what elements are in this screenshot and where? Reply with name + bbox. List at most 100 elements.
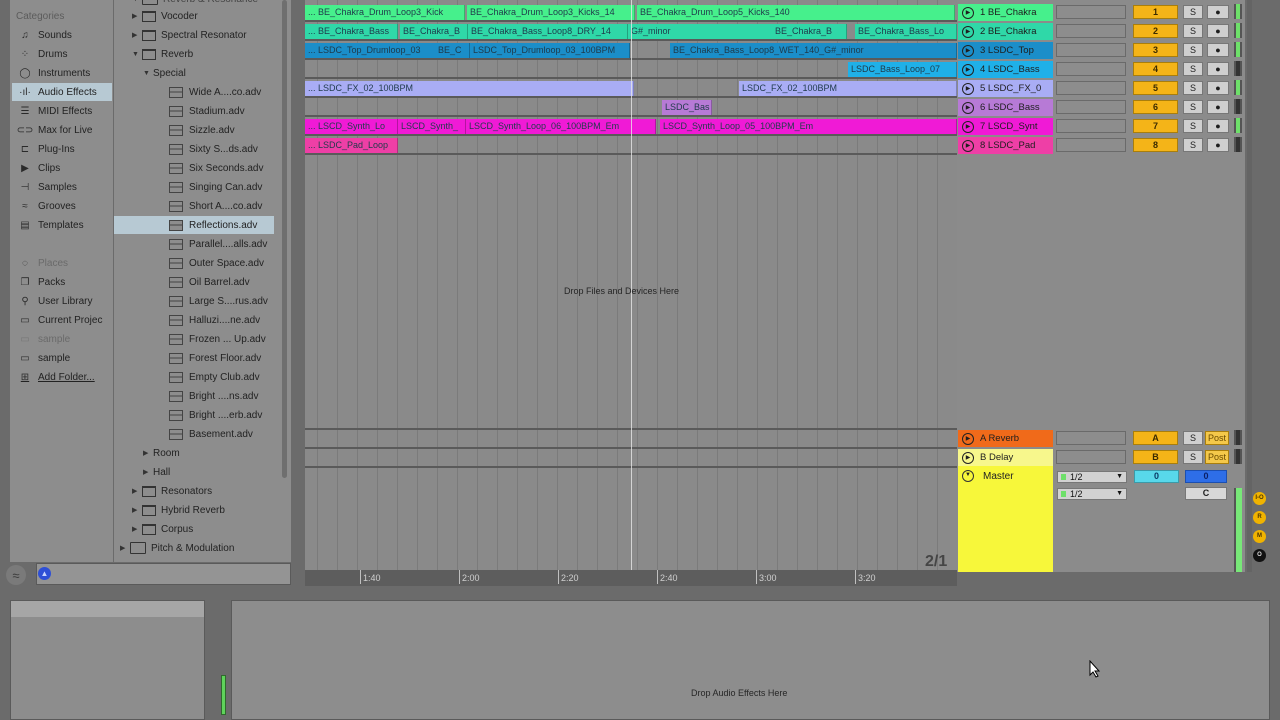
scrollbar-thumb[interactable] xyxy=(282,0,287,478)
solo-button[interactable]: S xyxy=(1183,450,1203,464)
track-io-slot[interactable] xyxy=(1056,81,1126,95)
audio-clip[interactable]: ... LSDC_FX_02_100BPM xyxy=(305,81,634,96)
track-number-button[interactable]: 5 xyxy=(1133,81,1178,95)
category-clips[interactable]: ▶ Clips xyxy=(12,159,112,177)
tree-item-preset[interactable]: Sizzle.adv xyxy=(114,121,274,139)
tree-item-resonators[interactable]: ▶ Resonators xyxy=(132,482,212,500)
add-folder-button[interactable]: ⊞ Add Folder... xyxy=(12,368,112,386)
solo-button[interactable]: S xyxy=(1183,43,1203,57)
tree-item-room[interactable]: ▶ Room xyxy=(143,444,180,462)
groove-pool-icon[interactable]: ≈ xyxy=(6,565,26,585)
track-activator-icon[interactable]: ▶ xyxy=(962,139,974,152)
track-activator-icon[interactable]: ▶ xyxy=(962,63,974,76)
return-io-slot[interactable] xyxy=(1056,431,1126,445)
audio-clip[interactable]: ... LSCD_Synth_Lo xyxy=(305,119,398,134)
record-arm-button[interactable]: ● xyxy=(1207,100,1229,114)
tree-item-preset[interactable]: Wide A....co.adv xyxy=(114,83,274,101)
clip-overview-panel[interactable] xyxy=(10,600,205,720)
record-arm-button[interactable]: ● xyxy=(1207,24,1229,38)
tree-item-preset[interactable]: Outer Space.adv xyxy=(114,254,274,272)
record-arm-button[interactable]: ● xyxy=(1207,62,1229,76)
audio-clip[interactable]: ... BE_Chakra_Bass xyxy=(305,24,398,39)
category-max-for-live[interactable]: ⊂⊃ Max for Live xyxy=(12,121,112,139)
audio-clip[interactable]: BE_Chakra_Drum_Loop3_Kicks_14 xyxy=(467,5,635,20)
category-grooves[interactable]: ≈ Grooves xyxy=(12,197,112,215)
audio-clip[interactable]: LSDC_FX_02_100BPM xyxy=(739,81,957,96)
master-fold-icon[interactable]: ▼ xyxy=(962,470,974,482)
tree-item-preset[interactable]: Large S....rus.adv xyxy=(114,292,274,310)
record-arm-button[interactable]: ● xyxy=(1207,138,1229,152)
category-midi-effects[interactable]: ☰ MIDI Effects xyxy=(12,102,112,120)
solo-button[interactable]: S xyxy=(1183,5,1203,19)
category-audio-effects[interactable]: ·ıl· Audio Effects xyxy=(12,83,112,101)
track-header[interactable]: ▶ 5 LSDC_FX_0 xyxy=(958,80,1053,97)
pre-post-button[interactable]: Post xyxy=(1205,450,1229,464)
track-number-button[interactable]: 8 xyxy=(1133,138,1178,152)
solo-button[interactable]: S xyxy=(1183,119,1203,133)
audio-clip[interactable]: BE_C xyxy=(435,43,470,58)
master-pan-field[interactable]: 0 xyxy=(1185,470,1227,483)
audio-clip[interactable]: BE_Chakra_B xyxy=(772,24,847,39)
track-header[interactable]: ▶ 7 LSCD_Synt xyxy=(958,118,1053,135)
solo-button[interactable]: S xyxy=(1183,81,1203,95)
audio-clip[interactable]: ... BE_Chakra_Drum_Loop3_Kick xyxy=(305,5,465,20)
track-number-button[interactable]: 7 xyxy=(1133,119,1178,133)
arrangement-view[interactable]: ... BE_Chakra_Drum_Loop3_Kick BE_Chakra_D… xyxy=(305,0,957,570)
track-io-slot[interactable] xyxy=(1056,5,1126,19)
tree-item-preset[interactable]: Forest Floor.adv xyxy=(114,349,274,367)
master-volume-field[interactable]: 0 xyxy=(1134,470,1179,483)
track-activator-icon[interactable]: ▶ xyxy=(962,120,974,133)
track-activator-icon[interactable]: ▶ xyxy=(962,82,974,95)
place-current-project[interactable]: ▭ Current Projec xyxy=(12,311,112,329)
category-drums[interactable]: ⁘ Drums xyxy=(12,45,112,63)
audio-clip[interactable]: G#_minor xyxy=(628,24,778,39)
record-arm-button[interactable]: ● xyxy=(1207,81,1229,95)
track-io-slot[interactable] xyxy=(1056,100,1126,114)
cue-button[interactable]: C xyxy=(1185,487,1227,500)
audio-clip[interactable]: BE_Chakra_B xyxy=(400,24,468,39)
returns-toggle-button[interactable]: R xyxy=(1253,511,1266,524)
tree-item-hybrid-reverb[interactable]: ▶ Hybrid Reverb xyxy=(132,501,225,519)
return-io-slot[interactable] xyxy=(1056,450,1126,464)
audio-clip[interactable]: BE_Chakra_Bass_Loop8_DRY_14 xyxy=(468,24,628,39)
device-chain-panel[interactable] xyxy=(231,600,1270,720)
tree-item-preset[interactable]: Sixty S...ds.adv xyxy=(114,140,274,158)
track-activator-icon[interactable]: ▶ xyxy=(962,101,974,114)
track-io-slot[interactable] xyxy=(1056,62,1126,76)
overdub-toggle-button[interactable]: O xyxy=(1253,549,1266,562)
tree-item-hall[interactable]: ▶ Hall xyxy=(143,463,170,481)
tree-item-preset[interactable]: Empty Club.adv xyxy=(114,368,274,386)
arrangement-vertical-scrollbar[interactable] xyxy=(1247,0,1252,572)
tree-item-special[interactable]: ▼ Special xyxy=(143,64,186,82)
track-activator-icon[interactable]: ▶ xyxy=(962,25,974,38)
track-header[interactable]: ▶ 8 LSDC_Pad xyxy=(958,137,1053,154)
playhead-marker[interactable] xyxy=(631,0,632,570)
tree-item-preset[interactable]: Singing Can.adv xyxy=(114,178,274,196)
track-header[interactable]: ▶ 1 BE_Chakra xyxy=(958,4,1053,21)
place-user-library[interactable]: ⚲ User Library xyxy=(12,292,112,310)
record-arm-button[interactable]: ● xyxy=(1207,5,1229,19)
tree-item-preset[interactable]: Reflections.adv xyxy=(114,216,274,234)
audio-clip[interactable]: BE_Chakra_Bass_Loop8_WET_140_G#_minor xyxy=(670,43,957,58)
time-ruler[interactable]: 1:40 2:00 2:20 2:40 3:00 3:20 xyxy=(305,570,957,586)
track-header[interactable]: ▶ 6 LSDC_Bass xyxy=(958,99,1053,116)
return-letter-button[interactable]: A xyxy=(1133,431,1178,445)
return-letter-button[interactable]: B xyxy=(1133,450,1178,464)
audio-clip[interactable]: ... LSDC_Top_Drumloop_03 xyxy=(305,43,450,58)
tree-item-spectral-resonator[interactable]: ▶ Spectral Resonator xyxy=(132,26,247,44)
solo-button[interactable]: S xyxy=(1183,24,1203,38)
tree-item-preset[interactable]: Six Seconds.adv xyxy=(114,159,274,177)
audio-clip[interactable]: LSCD_Synth_Loop_05_100BPM_Em xyxy=(660,119,957,134)
track-number-button[interactable]: 6 xyxy=(1133,100,1178,114)
track-activator-icon[interactable]: ▶ xyxy=(962,6,974,19)
category-samples[interactable]: ⊣ Samples xyxy=(12,178,112,196)
solo-button[interactable]: S xyxy=(1183,62,1203,76)
preview-bar[interactable] xyxy=(36,563,291,585)
place-sample[interactable]: ▭ sample xyxy=(12,349,112,367)
record-arm-button[interactable]: ● xyxy=(1207,119,1229,133)
audio-clip[interactable]: ... LSDC_Pad_Loop xyxy=(305,138,398,153)
track-io-slot[interactable] xyxy=(1056,119,1126,133)
track-activator-icon[interactable]: ▶ xyxy=(962,44,974,57)
track-activator-icon[interactable]: ▶ xyxy=(962,432,974,445)
tree-item-preset[interactable]: Oil Barrel.adv xyxy=(114,273,274,291)
